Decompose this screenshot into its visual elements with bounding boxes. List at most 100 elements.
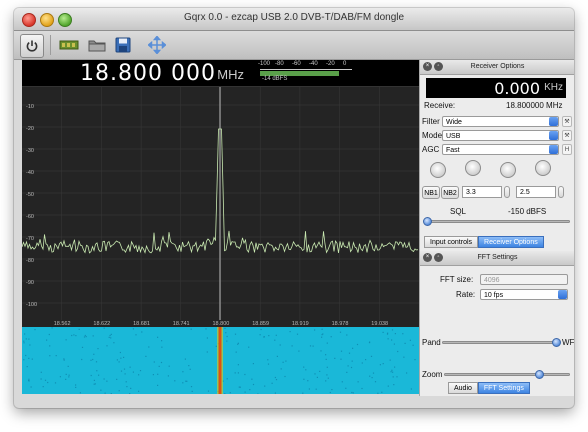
y-tick-label: -100: [26, 302, 37, 308]
waterfall-noise: [410, 388, 412, 390]
zoom-slider-thumb[interactable]: [535, 370, 544, 379]
nb1-threshold-input[interactable]: 3.3: [462, 186, 502, 198]
waterfall-noise: [351, 360, 353, 362]
mode-tool-icon[interactable]: ⚒: [562, 130, 572, 141]
waterfall-noise: [234, 372, 236, 374]
open-button[interactable]: [86, 34, 108, 56]
device-button[interactable]: [58, 34, 80, 56]
waterfall-noise: [59, 376, 61, 378]
chevron-updown-icon: [549, 131, 558, 140]
waterfall-noise: [75, 386, 77, 388]
filter-label: Filter: [422, 117, 440, 126]
waterfall-noise: [346, 371, 348, 373]
fft-size-select[interactable]: 4096: [480, 274, 568, 285]
waterfall-noise: [51, 327, 53, 329]
frequency-digits[interactable]: 18.800 000: [80, 61, 216, 86]
agc-decay-knob[interactable]: [500, 162, 516, 178]
dock-close-icon[interactable]: ×: [423, 62, 432, 71]
tab-fft-settings[interactable]: FFT Settings: [477, 382, 530, 394]
filter-tool-icon[interactable]: ⚒: [562, 116, 572, 127]
waterfall-noise: [412, 344, 414, 346]
waterfall-noise: [387, 332, 389, 334]
waterfall-noise: [403, 356, 405, 358]
waterfall-noise: [152, 374, 154, 376]
spectrum-area: 18.800 000 MHz -100 -80 -60 -40 -20 0 -14 dBF…: [21, 60, 419, 395]
agc-hang-button[interactable]: H: [562, 144, 572, 155]
nb1-spin-arrows[interactable]: [504, 186, 510, 198]
tab-receiver-options[interactable]: Receiver Options: [478, 236, 544, 248]
toolbar: [14, 31, 574, 60]
nb2-button[interactable]: NB2: [441, 186, 459, 199]
folder-icon: [88, 40, 106, 52]
waterfall-noise: [352, 392, 354, 394]
waterfall-noise: [393, 384, 395, 386]
waterfall-noise: [190, 328, 192, 330]
spectrum-plot[interactable]: -10 -20 -30 -40 -50 -60 -70 -80 -90 -100 18.562 18.…: [21, 87, 419, 327]
waterfall-noise: [409, 339, 411, 341]
waterfall-noise: [189, 368, 191, 370]
waterfall-noise: [392, 376, 394, 378]
save-icon: [115, 37, 131, 53]
waterfall-noise: [315, 388, 317, 390]
waterfall-noise: [132, 371, 134, 373]
waterfall-noise: [271, 382, 273, 384]
waterfall-noise: [141, 331, 143, 333]
waterfall-noise: [23, 342, 25, 344]
waterfall-svg[interactable]: [22, 327, 419, 395]
waterfall-noise: [118, 390, 120, 392]
waterfall-noise: [368, 342, 371, 344]
frequency-readout[interactable]: 18.800 000 MHz: [28, 60, 246, 86]
dock-float-icon[interactable]: ◦: [434, 253, 443, 262]
waterfall-noise: [30, 386, 32, 388]
power-button[interactable]: [20, 34, 44, 58]
waterfall-noise: [206, 337, 208, 339]
waterfall-noise: [370, 355, 373, 357]
fft-rate-select[interactable]: 10 fps: [480, 289, 568, 300]
meter-scale-tick: -100: [258, 61, 271, 67]
agc-threshold-knob[interactable]: [430, 162, 446, 178]
tab-input-controls[interactable]: Input controls: [424, 236, 479, 248]
fullscreen-button[interactable]: [146, 34, 168, 56]
waterfall-display[interactable]: [22, 327, 419, 395]
agc-slope-knob[interactable]: [465, 160, 481, 176]
waterfall-noise: [237, 364, 239, 366]
waterfall-noise: [303, 378, 305, 380]
agc-select[interactable]: Fast: [442, 144, 559, 155]
waterfall-noise: [48, 333, 50, 336]
save-button[interactable]: [112, 34, 134, 56]
chevron-updown-icon: [558, 290, 567, 299]
waterfall-noise: [158, 365, 160, 367]
waterfall-noise: [94, 383, 96, 385]
pand-slider-thumb[interactable]: [552, 338, 561, 347]
waterfall-noise: [93, 379, 95, 381]
dock-float-icon[interactable]: ◦: [434, 62, 443, 71]
waterfall-noise: [305, 369, 307, 371]
nb2-spin-arrows[interactable]: [558, 186, 564, 198]
nb2-threshold-input[interactable]: 2.5: [516, 186, 556, 198]
sql-slider-thumb[interactable]: [423, 217, 432, 226]
filter-select[interactable]: Wide: [442, 116, 559, 127]
nb1-button[interactable]: NB1: [422, 186, 440, 199]
spectrum-svg[interactable]: -10-20-30-40-50-60-70-80-90-10018.562 18.…: [21, 87, 419, 327]
waterfall-noise: [237, 372, 239, 374]
fft-size-label: FFT size:: [440, 275, 474, 284]
waterfall-noise: [26, 366, 28, 368]
y-tick-label: -70: [26, 236, 34, 242]
fft-dock-title: × ◦ FFT Settings: [420, 251, 574, 266]
receiver-offset-display[interactable]: 0.000 KHz: [426, 78, 566, 98]
waterfall-noise: [326, 374, 328, 376]
tab-audio[interactable]: Audio: [448, 382, 478, 394]
pand-slider-track[interactable]: [442, 341, 560, 344]
agc-gain-knob[interactable]: [535, 160, 551, 176]
dock-close-icon[interactable]: ×: [423, 253, 432, 262]
waterfall-noise: [167, 375, 169, 377]
sql-slider-track[interactable]: [424, 220, 570, 223]
mode-select[interactable]: USB: [442, 130, 559, 141]
chevron-updown-icon: [549, 117, 558, 126]
waterfall-noise: [113, 342, 115, 344]
waterfall-noise: [28, 378, 30, 380]
waterfall-noise: [396, 376, 398, 378]
zoom-slider-track[interactable]: [444, 373, 570, 376]
waterfall-noise: [393, 343, 395, 345]
waterfall-noise: [90, 359, 92, 361]
